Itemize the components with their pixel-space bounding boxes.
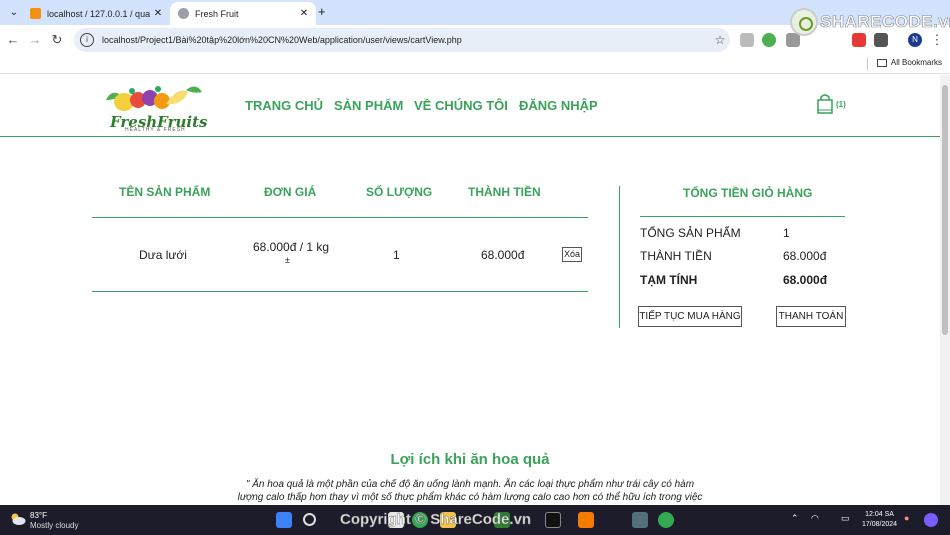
- cloudy-weather-icon[interactable]: [10, 512, 26, 526]
- site-info-icon[interactable]: i: [80, 33, 94, 47]
- all-bookmarks-button[interactable]: All Bookmarks: [876, 58, 942, 67]
- benefits-heading: Lợi ích khi ăn hoa quả: [390, 451, 550, 468]
- checkout-button[interactable]: THANH TOÁN: [776, 306, 846, 327]
- extension-icon[interactable]: [740, 33, 754, 47]
- weather-description[interactable]: Mostly cloudy: [30, 521, 78, 530]
- item-total: 68.000đ: [481, 248, 525, 262]
- address-bar[interactable]: i localhost/Project1/Bài%20tập%20lớn%20C…: [74, 28, 730, 52]
- summary-label-subtotal: THÀNH TIỀN: [640, 249, 712, 263]
- globe-favicon-icon: [178, 8, 189, 19]
- nav-products[interactable]: SẢN PHẨM: [334, 98, 403, 113]
- shopping-bag-icon[interactable]: [816, 93, 834, 115]
- nav-about[interactable]: VỀ CHÚNG TÔI: [414, 98, 508, 113]
- notification-bell-icon[interactable]: ●: [904, 513, 909, 523]
- summary-divider: [619, 186, 620, 328]
- wifi-icon[interactable]: ◠: [811, 513, 819, 524]
- bookmarks-bar: All Bookmarks: [0, 55, 950, 74]
- close-tab-icon[interactable]: ✕: [296, 8, 312, 19]
- url-text[interactable]: localhost/Project1/Bài%20tập%20lớn%20CN%…: [102, 35, 710, 45]
- item-quantity: 1: [393, 248, 400, 262]
- site-header: FreshFruits HEALTHY & FRESH TRANG CHỦ SẢ…: [0, 75, 940, 137]
- summary-value-estimated: 68.000đ: [783, 273, 828, 287]
- folder-icon: [876, 58, 887, 67]
- col-header-total: THÀNH TIỀN: [468, 185, 541, 199]
- page-scrollbar[interactable]: [940, 75, 950, 505]
- nav-login[interactable]: ĐĂNG NHẬP: [519, 98, 598, 113]
- copyright-watermark: Copyright © ShareCode.vn: [340, 511, 532, 528]
- tab-search-icon[interactable]: ⌄: [6, 5, 22, 21]
- scrollbar-thumb[interactable]: [942, 85, 948, 335]
- sharecode-watermark-logo: SHARECODE.vn: [790, 7, 950, 37]
- clock[interactable]: 12:04 SA 17/08/2024: [862, 510, 897, 530]
- col-header-unit-price: ĐƠN GIÁ: [264, 185, 317, 199]
- phpmyadmin-favicon-icon: [30, 8, 41, 19]
- remove-item-button[interactable]: Xóa: [562, 247, 582, 262]
- logo-tagline: HEALTHY & FRESH: [125, 127, 186, 133]
- cart-count-badge[interactable]: (1): [836, 100, 846, 109]
- summary-value-total-products: 1: [783, 226, 790, 240]
- back-arrow-icon[interactable]: ←: [4, 31, 22, 49]
- extension-icon[interactable]: [762, 33, 776, 47]
- terminal-icon[interactable]: [545, 512, 561, 528]
- clock-time: 12:04 SA: [865, 511, 894, 518]
- cart-summary-title: TỔNG TIỀN GIỎ HÀNG: [683, 186, 813, 200]
- summary-label-estimated: TẠM TÍNH: [640, 273, 698, 287]
- forward-arrow-icon[interactable]: →: [26, 31, 44, 49]
- col-header-quantity: SỐ LƯỢNG: [366, 185, 433, 199]
- benefits-text: " Ăn hoa quả là một phần của chế độ ăn u…: [237, 479, 703, 503]
- summary-title-divider: [640, 216, 845, 217]
- summary-value-subtotal: 68.000đ: [783, 249, 827, 263]
- copilot-icon[interactable]: [924, 513, 938, 527]
- tray-chevron-icon[interactable]: ⌃: [791, 513, 799, 524]
- table-header-divider: [92, 217, 588, 218]
- app-icon[interactable]: [632, 512, 648, 528]
- price-dot: ±: [285, 255, 290, 265]
- bookmarks-divider: [867, 58, 868, 70]
- item-name: Dưa lưới: [139, 248, 187, 262]
- chrome-icon[interactable]: [658, 512, 674, 528]
- browser-tab-fresh-fruit[interactable]: Fresh Fruit ✕: [170, 2, 316, 25]
- browser-tab-phpmyadmin[interactable]: localhost / 127.0.0.1 / quanlicu ✕: [22, 2, 170, 25]
- new-tab-icon[interactable]: +: [318, 4, 326, 19]
- windows-taskbar: 83°F Mostly cloudy Copyright © ShareCode…: [0, 505, 950, 535]
- continue-shopping-button[interactable]: TIẾP TỤC MUA HÀNG: [638, 306, 742, 327]
- battery-icon[interactable]: ▭: [841, 513, 850, 524]
- item-unit-price: 68.000đ / 1 kg: [253, 240, 330, 254]
- web-page: FreshFruits HEALTHY & FRESH TRANG CHỦ SẢ…: [0, 75, 940, 505]
- bookmark-star-icon[interactable]: ☆: [710, 33, 730, 47]
- close-tab-icon[interactable]: ✕: [150, 8, 166, 19]
- windows-start-icon[interactable]: [276, 512, 292, 528]
- xampp-icon[interactable]: [578, 512, 594, 528]
- table-row-divider: [92, 291, 588, 292]
- search-icon[interactable]: [303, 513, 316, 526]
- sharecode-logo-icon: [790, 8, 818, 36]
- clock-date: 17/08/2024: [862, 521, 898, 528]
- weather-temperature[interactable]: 83°F: [30, 511, 47, 520]
- reload-icon[interactable]: ↻: [48, 31, 66, 49]
- col-header-name: TÊN SẢN PHẨM: [119, 185, 211, 199]
- summary-label-total-products: TỔNG SẢN PHẨM: [640, 226, 741, 240]
- nav-home[interactable]: TRANG CHỦ: [245, 98, 323, 113]
